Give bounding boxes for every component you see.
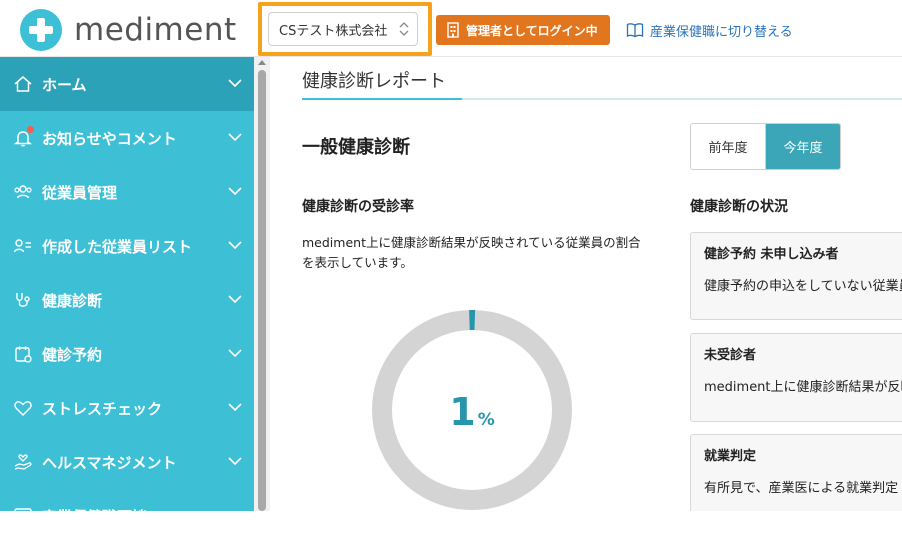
status-card-title: 就業判定 [704, 449, 757, 464]
checkup-rate-title: 健康診断の受診率 [302, 199, 414, 215]
checkup-rate-unit: % [477, 410, 495, 430]
select-arrows-icon [399, 22, 409, 36]
building-icon [447, 22, 459, 38]
status-card-not-examined[interactable]: 未受診者 mediment上に健康診断結果が反映されていない [690, 333, 902, 422]
chevron-down-icon [228, 457, 242, 466]
chat-icon [12, 505, 34, 527]
sidebar-item-label: 健診予約 [42, 345, 103, 364]
book-icon [626, 23, 644, 38]
scrollbar-thumb[interactable] [258, 70, 266, 511]
year-toggle: 前年度 今年度 [690, 123, 841, 170]
chevron-down-icon [228, 187, 242, 196]
logo-cross-icon [20, 9, 62, 51]
switch-link-label: 産業保健職に切り替える [650, 24, 793, 40]
sidebar-item-employees[interactable]: 従業員管理 [0, 165, 254, 219]
admin-login-label: 管理者としてログイン中 [466, 23, 598, 38]
admin-login-button[interactable]: 管理者としてログイン中 [436, 15, 610, 45]
chevron-down-icon [228, 79, 242, 88]
status-card-unreserved[interactable]: 健診予約 未申し込み者 健康予約の申込をしていない従業員 [690, 232, 902, 320]
chevron-down-icon [228, 241, 242, 250]
main-content: 健康診断レポート 一般健康診断 前年度 今年度 健康診断の受診率 medimen… [270, 57, 902, 511]
chevron-down-icon [228, 133, 242, 142]
calendar-icon [12, 343, 34, 365]
sidebar-item-health-checkup[interactable]: 健康診断 [0, 273, 254, 327]
sidebar-item-label: ヘルスマネジメント [42, 453, 177, 472]
status-card-title: 未受診者 [704, 348, 757, 363]
checkup-rate-description: mediment上に健康診断結果が反映されている従業員の割合を表示しています。 [302, 235, 641, 270]
sidebar-item-label: ホーム [42, 75, 87, 94]
sidebar: ホーム お知らせやコメント 従業員管理 作成した従業員リスト 健康診断 健診予約… [0, 57, 254, 526]
status-card-description: mediment上に健康診断結果が反映されていない [704, 380, 902, 395]
sidebar-item-health-management[interactable]: ヘルスマネジメント [0, 435, 254, 489]
section-title: 一般健康診断 [302, 137, 410, 158]
status-card-work-judgment[interactable]: 就業判定 有所見で、産業医による就業判定 [690, 434, 902, 511]
checkup-status-title: 健康診断の状況 [690, 199, 788, 215]
sidebar-item-occupational-health-interview[interactable]: 産業保健職面談 [0, 489, 254, 543]
sidebar-item-label: お知らせやコメント [42, 129, 177, 148]
user-list-icon [12, 235, 34, 257]
title-underline-accent [302, 98, 462, 100]
sidebar-item-label: 産業保健職面談 [42, 507, 148, 526]
sidebar-item-employee-lists[interactable]: 作成した従業員リスト [0, 219, 254, 273]
logo[interactable]: mediment [20, 9, 237, 51]
switch-to-occupational-health-link[interactable]: 産業保健職に切り替える [626, 18, 793, 42]
sidebar-item-home[interactable]: ホーム [0, 57, 254, 111]
users-icon [12, 181, 34, 203]
page-title: 健康診断レポート [302, 71, 446, 92]
sidebar-item-label: 作成した従業員リスト [42, 237, 193, 256]
sidebar-item-stress-check[interactable]: ストレスチェック [0, 381, 254, 435]
sidebar-scrollbar[interactable] [254, 57, 270, 511]
sidebar-item-label: 従業員管理 [42, 183, 118, 202]
sidebar-item-label: ストレスチェック [42, 399, 163, 418]
status-card-title: 健診予約 未申し込み者 [704, 247, 839, 262]
sidebar-item-checkup-reservation[interactable]: 健診予約 [0, 327, 254, 381]
scroll-up-arrow-icon[interactable] [258, 60, 266, 65]
top-header: mediment CSテスト株式会社 管理者としてログイン中 産業保健職に切り替… [0, 0, 902, 57]
logo-text: mediment [74, 12, 237, 48]
status-card-description: 健康予約の申込をしていない従業員 [704, 279, 902, 294]
checkup-rate-number: 1 [449, 390, 476, 434]
notification-badge [27, 126, 34, 133]
chevron-down-icon [228, 349, 242, 358]
previous-year-button[interactable]: 前年度 [691, 124, 765, 169]
sidebar-item-notices[interactable]: お知らせやコメント [0, 111, 254, 165]
checkup-rate-value: 1% [372, 390, 572, 434]
heart-icon [12, 397, 34, 419]
chevron-down-icon [228, 403, 242, 412]
status-card-description: 有所見で、産業医による就業判定 [704, 481, 899, 496]
current-year-button[interactable]: 今年度 [765, 124, 840, 169]
chevron-down-icon [228, 295, 242, 304]
hand-heart-icon [12, 451, 34, 473]
sidebar-item-label: 健康診断 [42, 291, 103, 310]
company-select-value: CSテスト株式会社 [279, 23, 388, 39]
home-icon [12, 73, 34, 95]
stethoscope-icon [12, 289, 34, 311]
company-select[interactable]: CSテスト株式会社 [268, 12, 418, 46]
